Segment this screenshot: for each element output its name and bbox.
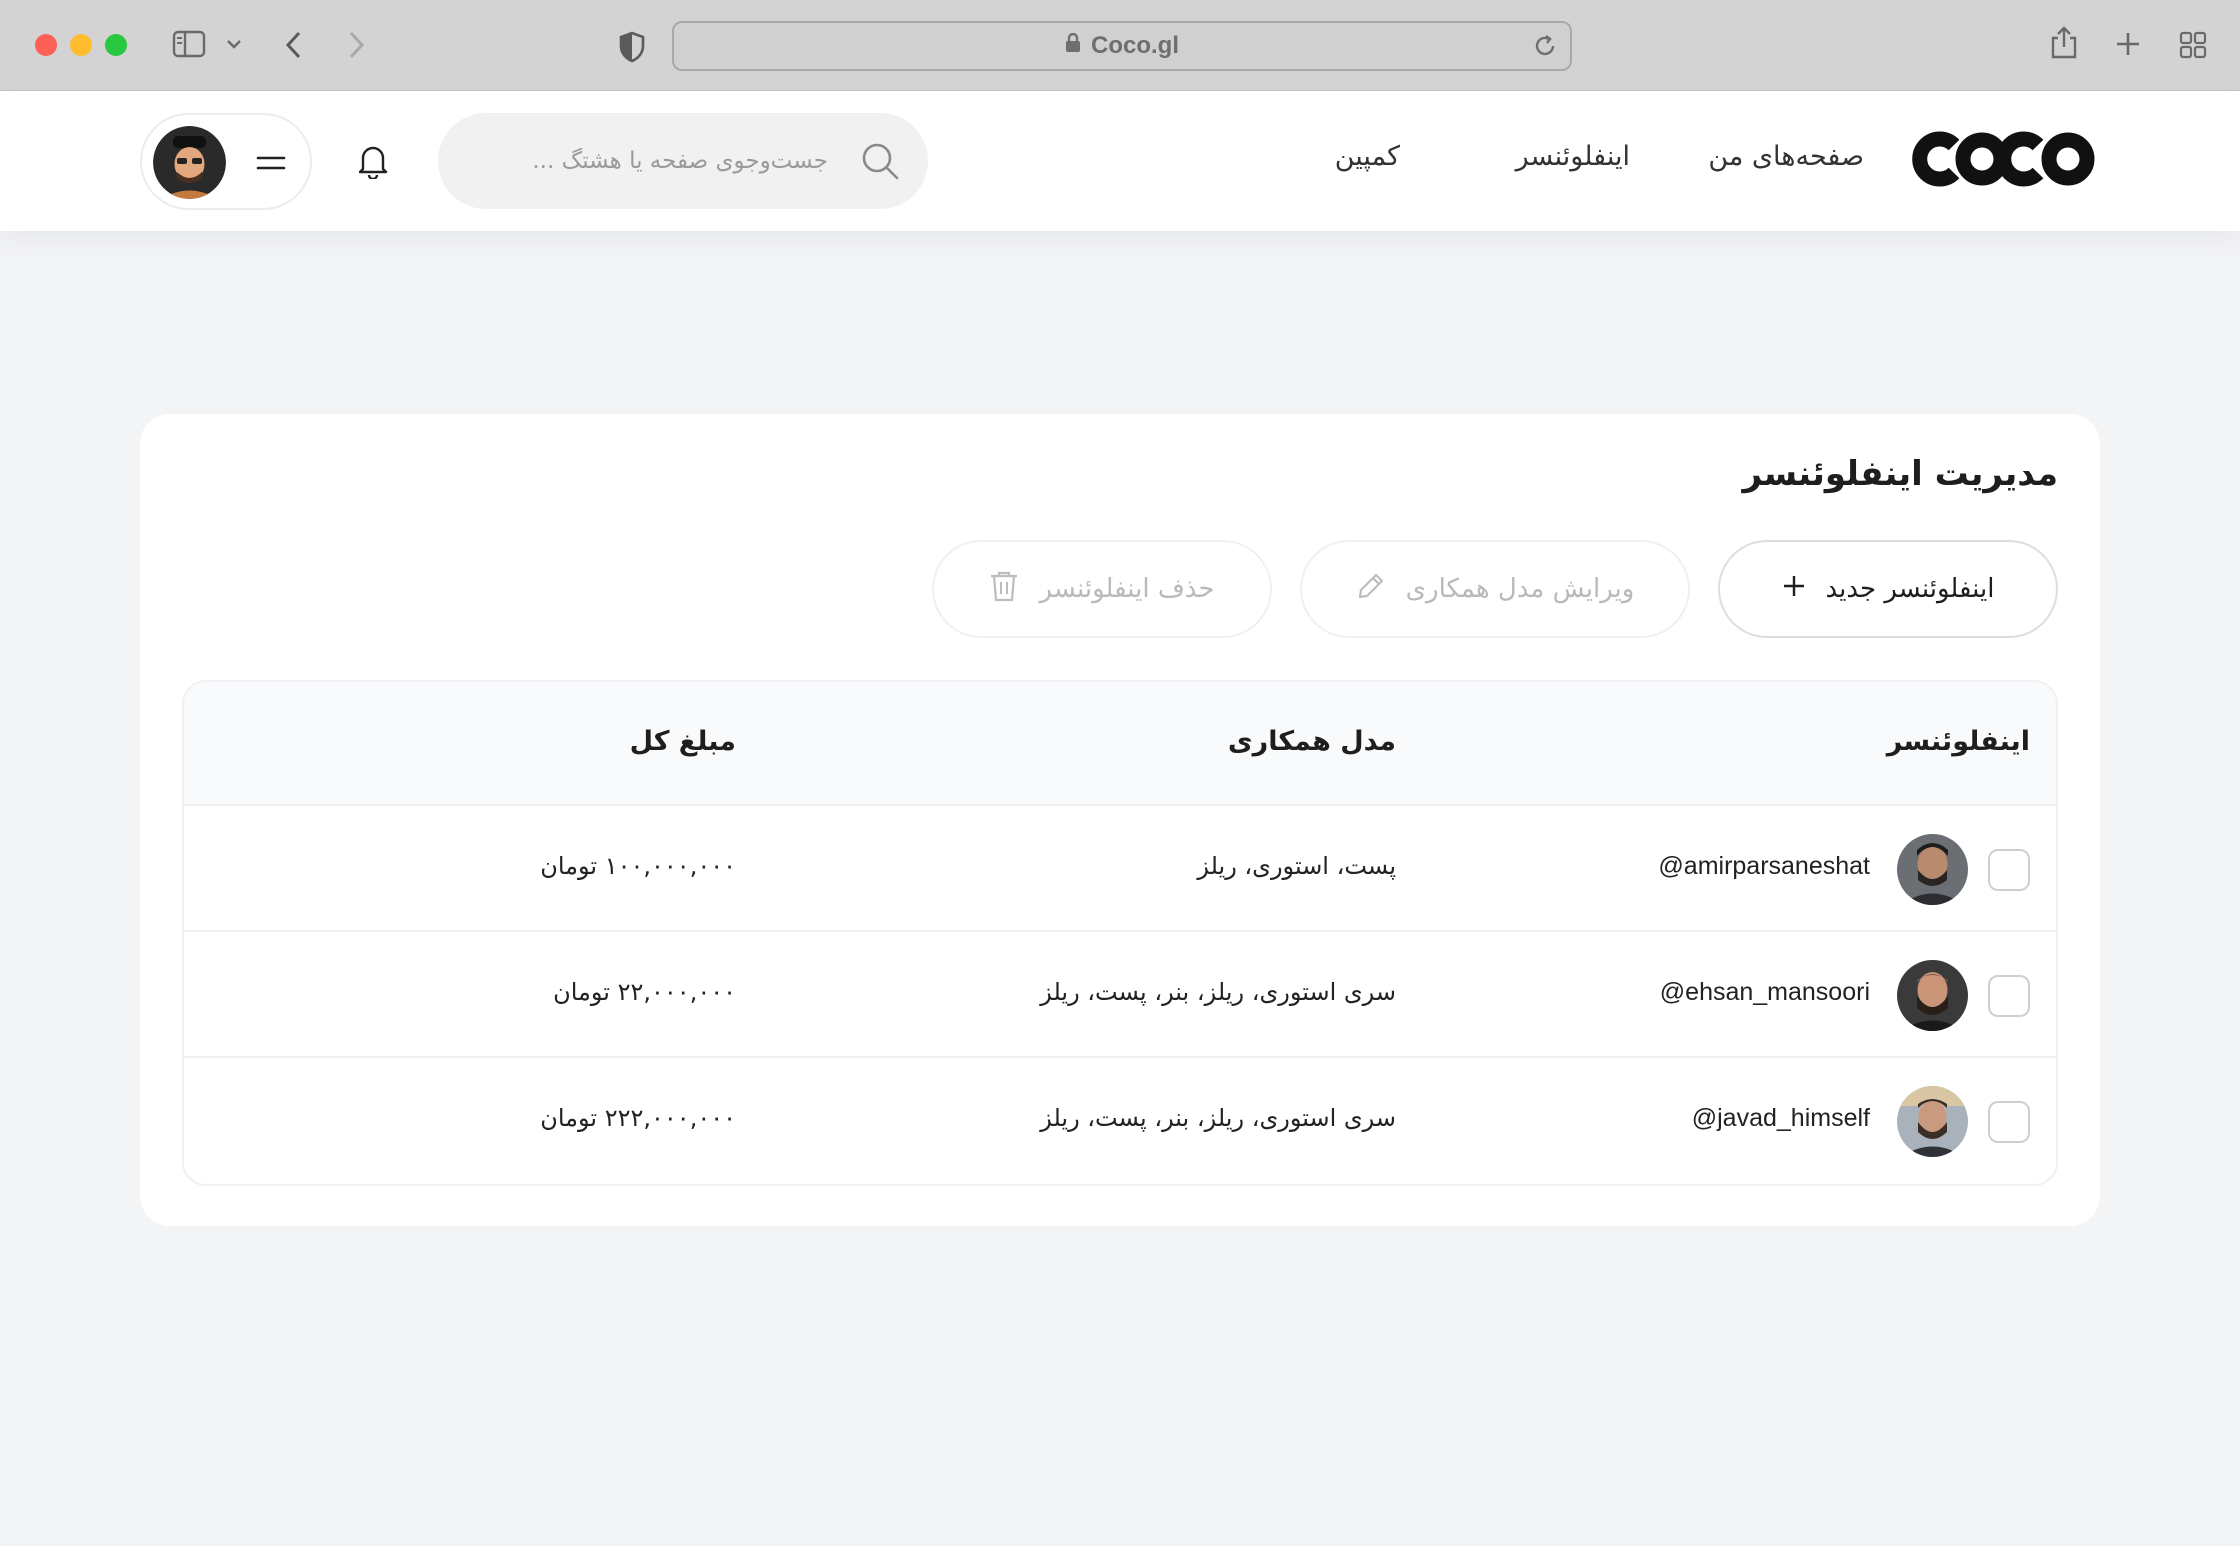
influencer-handle[interactable]: @amirparsaneshat [1658,852,1870,881]
zoom-window-button[interactable] [105,34,127,56]
new-influencer-label: اینفلوئنسر جدید [1825,574,1995,604]
table-row[interactable]: @ehsan_mansoori سری استوری، ریلز، بنر، پ… [184,932,2056,1058]
edit-model-label: ویرایش مدل همکاری [1405,574,1635,604]
row-checkbox[interactable] [1988,1101,2030,1143]
sidebar-icon[interactable] [172,30,206,58]
minimize-window-button[interactable] [70,34,92,56]
page-title: مدیریت اینفلوئنسر [1742,454,2058,494]
row-checkbox[interactable] [1988,975,2030,1017]
avatar[interactable] [1897,1086,1968,1157]
new-influencer-button[interactable]: اینفلوئنسر جدید [1718,540,2058,638]
table-header: اینفلوئنسر مدل همکاری مبلغ کل [184,682,2056,806]
reload-icon[interactable] [1532,33,1558,66]
column-influencer[interactable]: اینفلوئنسر [1887,726,2030,757]
nav-my-pages[interactable]: صفحه‌های من [1708,141,1864,172]
forward-icon[interactable] [346,30,366,60]
total-amount: ۲۲,۰۰۰,۰۰۰ تومان [553,978,736,1006]
total-amount: ۱۰۰,۰۰۰,۰۰۰ تومان [540,852,736,880]
influencer-table: اینفلوئنسر مدل همکاری مبلغ کل @amirparsa… [182,680,2058,1186]
bell-icon[interactable] [357,143,389,183]
trash-icon [989,570,1019,609]
search-box [438,113,928,209]
nav-influencer[interactable]: اینفلوئنسر [1516,141,1630,172]
nav-campaign[interactable]: کمپین [1335,141,1400,172]
chevron-down-icon[interactable] [226,38,242,50]
share-icon[interactable] [2050,26,2078,60]
table-row[interactable]: @amirparsaneshat پست، استوری، ریلز ۱۰۰,۰… [184,806,2056,932]
browser-toolbar: Coco.gl [0,0,2240,91]
user-menu[interactable] [140,113,312,210]
total-amount: ۲۲۲,۰۰۰,۰۰۰ تومان [540,1104,736,1132]
edit-model-button[interactable]: ویرایش مدل همکاری [1300,540,1690,638]
coco-logo[interactable] [1912,127,2100,195]
pencil-icon [1356,571,1386,608]
plus-icon [1782,574,1806,605]
influencer-management-card: مدیریت اینفلوئنسر اینفلوئنسر جدید ویرایش… [140,414,2100,1226]
avatar[interactable] [153,126,226,199]
avatar[interactable] [1897,960,1968,1031]
column-model[interactable]: مدل همکاری [1228,726,1396,757]
avatar[interactable] [1897,834,1968,905]
delete-influencer-label: حذف اینفلوئنسر [1039,574,1215,604]
shield-icon[interactable] [618,31,646,63]
search-icon[interactable] [860,141,900,185]
tabs-grid-icon[interactable] [2179,31,2207,59]
cooperation-model: سری استوری، ریلز، بنر، پست، ریلز [1040,978,1396,1006]
lock-icon [1065,32,1081,60]
close-window-button[interactable] [35,34,57,56]
influencer-handle[interactable]: @javad_himself [1692,1104,1870,1133]
url-text: Coco.gl [1091,32,1179,59]
address-bar[interactable]: Coco.gl [672,21,1572,71]
influencer-handle[interactable]: @ehsan_mansoori [1660,978,1870,1007]
cooperation-model: سری استوری، ریلز، بنر، پست، ریلز [1040,1104,1396,1132]
search-input[interactable] [488,139,828,183]
cooperation-model: پست، استوری، ریلز [1197,852,1396,880]
delete-influencer-button[interactable]: حذف اینفلوئنسر [932,540,1272,638]
column-amount[interactable]: مبلغ کل [630,726,736,757]
menu-icon[interactable] [256,153,286,177]
plus-icon[interactable] [2115,31,2141,57]
back-icon[interactable] [284,30,304,60]
site-header: صفحه‌های من اینفلوئنسر کمپین [0,91,2240,231]
row-checkbox[interactable] [1988,849,2030,891]
table-row[interactable]: @javad_himself سری استوری، ریلز، بنر، پس… [184,1058,2056,1184]
